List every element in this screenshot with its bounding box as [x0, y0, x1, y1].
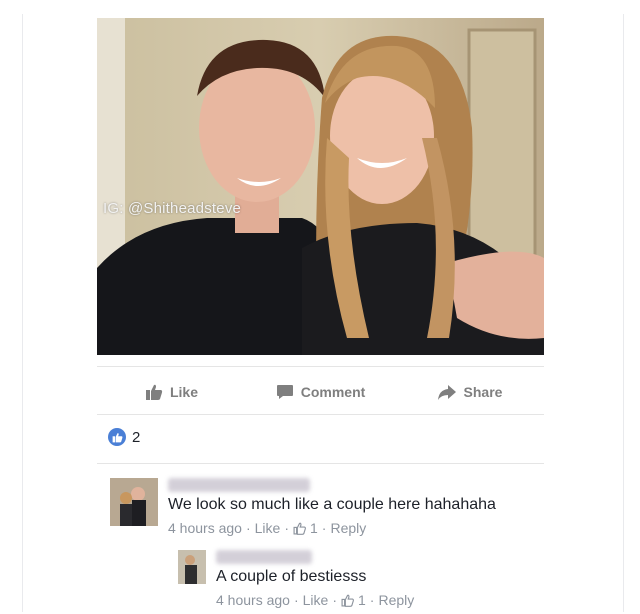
- comment-reply-link[interactable]: Reply: [378, 592, 414, 608]
- comment-time[interactable]: 4 hours ago: [168, 520, 242, 536]
- commenter-name-blurred[interactable]: [168, 478, 310, 492]
- share-arrow-icon: [437, 385, 456, 400]
- post-actions: Like Comment Share: [97, 370, 544, 414]
- like-reaction-icon: [108, 428, 126, 446]
- comment-like-count: 1: [309, 520, 318, 536]
- like-button[interactable]: Like: [97, 383, 246, 401]
- selfie-image: [97, 18, 544, 355]
- reactions-summary[interactable]: 2: [108, 428, 140, 446]
- commenter-name-blurred[interactable]: [216, 550, 312, 564]
- share-label: Share: [463, 384, 503, 400]
- reply-item: A couple of bestiesss 4 hours ago · Like…: [178, 550, 414, 608]
- post-photo[interactable]: IG: @Shitheadsteve: [97, 18, 544, 355]
- comment-reply-link[interactable]: Reply: [330, 520, 366, 536]
- reactions-count: 2: [132, 428, 141, 446]
- avatar[interactable]: [110, 478, 158, 526]
- avatar[interactable]: [178, 550, 206, 584]
- comment-like-link[interactable]: Like: [255, 520, 281, 536]
- comment-like-link[interactable]: Like: [303, 592, 329, 608]
- divider-actions: [97, 414, 544, 415]
- divider-likes: [97, 463, 544, 464]
- comment-text: We look so much like a couple here hahah…: [168, 496, 496, 513]
- share-button[interactable]: Share: [395, 383, 544, 401]
- comment-button[interactable]: Comment: [246, 383, 395, 401]
- comment-text: A couple of bestiesss: [216, 568, 367, 585]
- comment-time[interactable]: 4 hours ago: [216, 592, 290, 608]
- comment-icon: [276, 385, 293, 399]
- comment-item: We look so much like a couple here hahah…: [110, 478, 496, 536]
- thumbs-up-icon: [145, 384, 163, 400]
- photo-watermark: IG: @Shitheadsteve: [103, 200, 242, 217]
- thumbs-up-outline-icon: [293, 522, 306, 535]
- divider-top: [97, 366, 544, 367]
- like-label: Like: [169, 384, 198, 400]
- comment-label: Comment: [300, 384, 366, 400]
- thumbs-up-outline-icon: [341, 594, 354, 607]
- comment-like-count: 1: [357, 592, 366, 608]
